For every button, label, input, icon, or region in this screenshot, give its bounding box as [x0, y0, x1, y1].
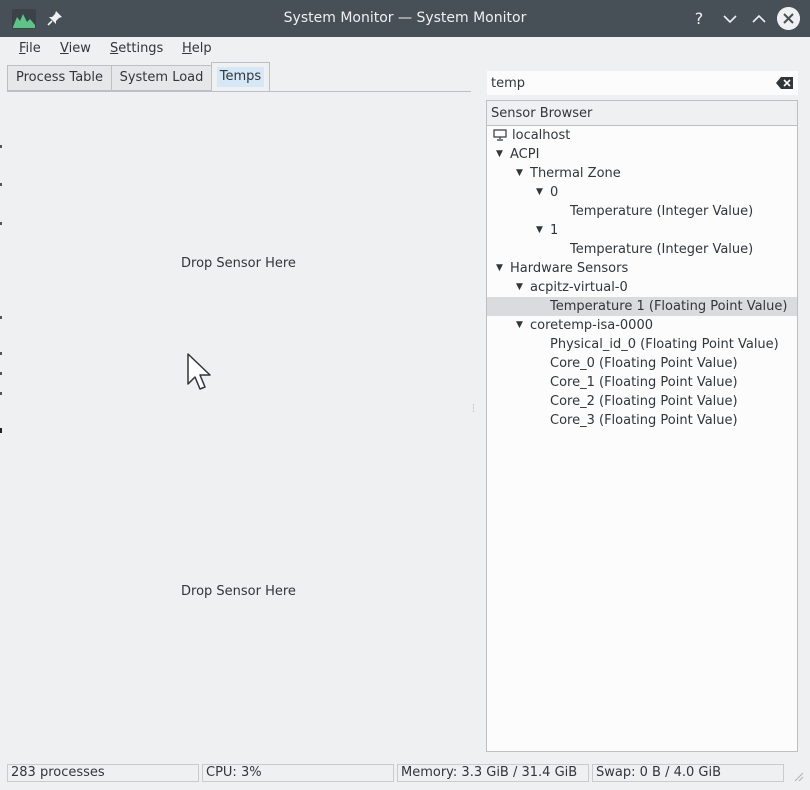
tree-item-label: Core_2 (Floating Point Value)	[550, 394, 738, 409]
status-process-count: 283 processes	[7, 764, 199, 782]
expand-arrow-icon[interactable]: ▼	[536, 183, 543, 202]
expand-arrow-icon[interactable]: ▼	[496, 259, 503, 278]
tree-item-acpitz-virtual-0[interactable]: ▼ acpitz-virtual-0	[487, 278, 797, 297]
tree-item-label: Temperature (Integer Value)	[570, 204, 754, 219]
drop-sensor-area-top[interactable]: Drop Sensor Here	[181, 256, 296, 271]
resize-grip-icon[interactable]	[790, 768, 804, 782]
help-button[interactable]: ?	[688, 8, 710, 30]
minimize-button[interactable]	[719, 8, 741, 30]
tree-item-temperature-1[interactable]: Temperature 1 (Floating Point Value)	[487, 297, 797, 316]
tree-item-core-0[interactable]: Core_0 (Floating Point Value)	[487, 354, 797, 373]
sensor-browser-header[interactable]: Sensor Browser	[487, 101, 797, 126]
tree-item-physical-id-0[interactable]: Physical_id_0 (Floating Point Value)	[487, 335, 797, 354]
menu-view[interactable]: View	[60, 41, 91, 56]
status-swap: Swap: 0 B / 4.0 GiB	[592, 764, 784, 782]
tab-divider	[7, 91, 471, 92]
clear-search-icon[interactable]	[776, 76, 794, 90]
tree-item-zone-0[interactable]: ▼ 0	[487, 183, 797, 202]
tree-item-zone-0-temperature[interactable]: Temperature (Integer Value)	[487, 202, 797, 221]
menu-settings[interactable]: Settings	[110, 41, 163, 56]
status-memory: Memory: 3.3 GiB / 31.4 GiB	[397, 764, 589, 782]
tree-item-label: acpitz-virtual-0	[530, 280, 628, 295]
left-edge-marks	[0, 145, 2, 433]
menu-help[interactable]: Help	[182, 41, 212, 56]
tree-item-label: Temperature (Integer Value)	[570, 242, 754, 257]
sensor-search-field[interactable]	[487, 71, 798, 95]
tab-temps-label: Temps	[216, 67, 265, 87]
drop-sensor-area-bottom[interactable]: Drop Sensor Here	[181, 584, 296, 599]
status-bar: 283 processes CPU: 3% Memory: 3.3 GiB / …	[0, 762, 810, 790]
tree-item-label: 0	[550, 185, 559, 200]
tree-item-label: coretemp-isa-0000	[530, 318, 653, 333]
tree-item-label: ACPI	[510, 147, 540, 162]
tree-item-label: 1	[550, 223, 559, 238]
tab-process-table[interactable]: Process Table	[7, 65, 112, 91]
tree-item-hardware-sensors[interactable]: ▼ Hardware Sensors	[487, 259, 797, 278]
expand-arrow-icon[interactable]: ▼	[516, 278, 523, 297]
tree-item-core-3[interactable]: Core_3 (Floating Point Value)	[487, 411, 797, 430]
menu-bar: File View Settings Help	[0, 37, 810, 62]
tree-item-acpi[interactable]: ▼ ACPI	[487, 145, 797, 164]
tree-item-label: Physical_id_0 (Floating Point Value)	[550, 337, 779, 352]
maximize-button[interactable]	[748, 8, 770, 30]
tree-item-zone-1-temperature[interactable]: Temperature (Integer Value)	[487, 240, 797, 259]
splitter-handle[interactable]: · · ·	[472, 402, 475, 417]
sensor-search-input[interactable]	[491, 74, 771, 92]
status-cpu: CPU: 3%	[202, 764, 394, 782]
expand-arrow-icon[interactable]: ▼	[496, 145, 503, 164]
tab-system-load[interactable]: System Load	[111, 65, 212, 91]
title-bar[interactable]: System Monitor — System Monitor ?	[0, 0, 810, 37]
expand-arrow-icon[interactable]: ▼	[536, 221, 543, 240]
tree-item-label: Temperature 1 (Floating Point Value)	[550, 299, 788, 314]
expand-arrow-icon[interactable]: ▼	[516, 316, 523, 335]
tree-item-zone-1[interactable]: ▼ 1	[487, 221, 797, 240]
tree-item-localhost[interactable]: localhost	[487, 126, 797, 145]
tree-item-thermal-zone[interactable]: ▼ Thermal Zone	[487, 164, 797, 183]
tree-item-label: Thermal Zone	[530, 166, 621, 181]
tab-temps[interactable]: Temps	[211, 62, 270, 92]
menu-file[interactable]: File	[19, 41, 41, 56]
sensor-browser[interactable]: Sensor Browser localhost ▼ ACPI ▼ Therma…	[486, 100, 798, 752]
tree-item-coretemp-isa-0000[interactable]: ▼ coretemp-isa-0000	[487, 316, 797, 335]
computer-icon	[493, 129, 507, 141]
tree-item-label: Core_3 (Floating Point Value)	[550, 413, 738, 428]
expand-arrow-icon[interactable]: ▼	[516, 164, 523, 183]
close-button[interactable]	[777, 7, 800, 30]
tree-item-label: Core_1 (Floating Point Value)	[550, 375, 738, 390]
tree-item-label: localhost	[512, 128, 571, 143]
tree-item-label: Hardware Sensors	[510, 261, 629, 276]
tree-item-label: Core_0 (Floating Point Value)	[550, 356, 738, 371]
mouse-cursor-icon	[187, 353, 211, 390]
tree-item-core-2[interactable]: Core_2 (Floating Point Value)	[487, 392, 797, 411]
tree-item-core-1[interactable]: Core_1 (Floating Point Value)	[487, 373, 797, 392]
